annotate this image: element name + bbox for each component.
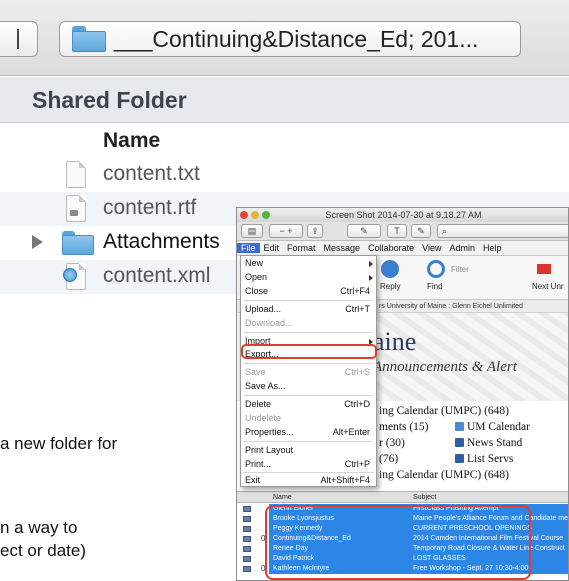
mail-icon: [243, 526, 251, 532]
submenu-arrow-icon: [369, 275, 373, 281]
view-toggle-button[interactable]: [0, 21, 38, 57]
menu-view[interactable]: View: [418, 243, 445, 253]
conference-link[interactable]: List Servs: [455, 453, 513, 465]
menu-edit[interactable]: Edit: [260, 243, 284, 253]
share-icon[interactable]: ⇪: [307, 224, 323, 238]
conference-link[interactable]: ments (15): [379, 421, 429, 433]
mail-icon: [243, 516, 251, 522]
menu-item-print-layout[interactable]: Print Layout: [241, 445, 376, 456]
folder-icon: [62, 231, 94, 255]
menu-item-undelete: Undelete: [245, 413, 282, 423]
mail-icon: [243, 506, 251, 512]
document-text: a new folder for: [0, 434, 118, 453]
menu-item-download: Download...: [245, 318, 293, 328]
search-input[interactable]: ⌕: [437, 224, 568, 238]
mail-icon: [243, 546, 251, 552]
file-name: content.txt: [103, 162, 200, 185]
conference-link[interactable]: ing Calendar (UMPC) (648): [379, 405, 509, 417]
next-unread-label: Next Unr: [532, 282, 564, 291]
menu-admin[interactable]: Admin: [445, 243, 479, 253]
section-title: Shared Folder: [32, 87, 187, 113]
menu-item-upload[interactable]: Upload... Ctrl+T: [241, 304, 376, 315]
screenshot-title-bar: Screen Shot 2014-07-30 at 9.18.27 AM: [237, 208, 568, 222]
menu-item-exit[interactable]: Exit Alt+Shift+F4: [241, 475, 376, 486]
column-name-label: Name: [103, 129, 161, 152]
xml-file-icon: [63, 263, 86, 290]
menu-format[interactable]: Format: [283, 243, 320, 253]
document-text: ect or date): [0, 541, 86, 560]
next-unread-icon[interactable]: [537, 264, 551, 274]
mail-icon: [243, 566, 251, 572]
banner-subtitle: Announcements & Alert: [373, 359, 517, 375]
column-header-name[interactable]: Name: [0, 124, 569, 158]
conference-link[interactable]: ing Calendar (UMPC) (648): [379, 469, 509, 481]
mail-icon: [243, 536, 251, 542]
menu-file[interactable]: File: [237, 243, 260, 253]
conference-link[interactable]: (76): [379, 453, 398, 465]
news-icon: [455, 438, 464, 447]
menu-item-properties[interactable]: Properties... Alt+Enter: [241, 427, 376, 438]
zoom-buttons[interactable]: − +: [269, 224, 303, 238]
breadcrumb-text: rs University of Maine : Glenn Eichel Un…: [379, 303, 523, 310]
mail-col-subject[interactable]: Subject: [413, 492, 436, 503]
annotate-icon[interactable]: ✎: [347, 224, 381, 238]
zoom-icon: [262, 211, 270, 219]
menu-item-save: Save Ctrl+S: [245, 367, 370, 377]
mail-list-highlight: [265, 505, 531, 580]
conference-link[interactable]: News Stand: [455, 437, 522, 449]
mail-col-name[interactable]: Name: [273, 492, 292, 503]
find-label: Find: [427, 282, 443, 291]
calendar-icon: [455, 422, 464, 431]
menu-message[interactable]: Message: [320, 243, 365, 253]
preview-toolbar: ▤ − + ⇪ ✎ T ✎ ⌕: [237, 222, 568, 241]
banner-title: aine: [373, 327, 417, 356]
file-name: content.rtf: [103, 196, 197, 219]
path-label: ___Continuing&Distance_Ed; 201...: [114, 25, 479, 52]
rtf-file-icon: [66, 195, 86, 222]
edit-tool-icon[interactable]: ✎: [411, 224, 431, 238]
menu-help[interactable]: Help: [479, 243, 506, 253]
path-popup-button[interactable]: ___Continuing&Distance_Ed; 201...: [59, 21, 521, 57]
minimize-icon: [251, 211, 259, 219]
finder-toolbar: ___Continuing&Distance_Ed; 201...: [0, 0, 569, 76]
menu-item-new[interactable]: New: [241, 258, 376, 269]
menu-collaborate[interactable]: Collaborate: [364, 243, 418, 253]
folder-icon: [72, 26, 106, 52]
reply-label: Reply: [380, 282, 401, 291]
menu-item-close[interactable]: Close Ctrl+F4: [241, 286, 376, 297]
text-tool-icon[interactable]: T: [387, 224, 407, 238]
sidebar-icon[interactable]: ▤: [241, 224, 263, 238]
menu-item-print[interactable]: Print... Ctrl+P: [241, 459, 376, 470]
file-menu-dropdown: New Open Close Ctrl+F4 Upload... Ctrl+T Do…: [240, 255, 377, 487]
list-item[interactable]: content.txt: [0, 158, 569, 192]
find-icon[interactable]: [427, 260, 445, 278]
file-name: content.xml: [103, 264, 211, 287]
menu-item-open[interactable]: Open: [241, 272, 376, 283]
menu-item-delete[interactable]: Delete Ctrl+D: [241, 399, 376, 410]
export-highlight: [241, 344, 377, 359]
menu-item-save-as[interactable]: Save As...: [241, 381, 376, 392]
mail-list-header: Name Subject: [237, 491, 568, 503]
folder-name: Attachments: [103, 230, 220, 253]
list-icon: [455, 454, 464, 463]
conference-link[interactable]: UM Calendar: [455, 421, 530, 433]
document-text: n a way to: [0, 518, 78, 537]
reply-icon[interactable]: [381, 260, 399, 278]
firstclass-menubar: File Edit Format Message Collaborate Vie…: [237, 241, 568, 256]
screenshot-title: Screen Shot 2014-07-30 at 9.18.27 AM: [325, 210, 482, 220]
submenu-arrow-icon: [369, 261, 373, 267]
text-file-icon: [66, 161, 86, 188]
mail-icon: [243, 556, 251, 562]
section-header: Shared Folder: [0, 77, 569, 123]
conference-link[interactable]: r (30): [379, 437, 405, 449]
disclosure-triangle-icon[interactable]: [32, 235, 43, 249]
close-icon: [240, 211, 248, 219]
filter-placeholder[interactable]: Filter: [451, 265, 469, 274]
